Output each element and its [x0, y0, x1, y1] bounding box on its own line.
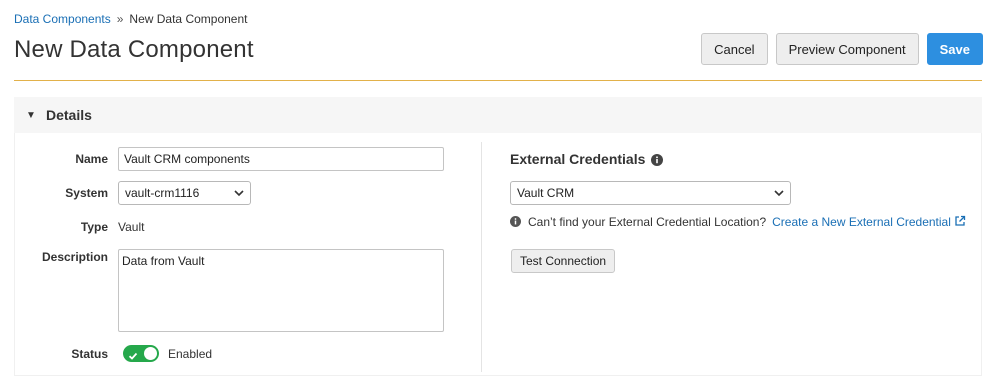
status-label: Status [71, 347, 108, 361]
section-title: Details [46, 107, 92, 123]
chevron-down-icon [774, 188, 784, 198]
name-input[interactable] [118, 147, 444, 171]
chevron-down-icon [234, 188, 244, 198]
page-title: New Data Component [14, 36, 254, 63]
toggle-knob [144, 347, 157, 360]
breadcrumb-separator: » [116, 12, 124, 26]
save-button[interactable]: Save [926, 33, 983, 65]
create-external-credential-label: Create a New External Credential [772, 215, 951, 229]
system-select-value: vault-crm1116 [125, 186, 200, 200]
breadcrumb-current: New Data Component [129, 12, 248, 26]
external-link-icon [954, 215, 966, 227]
name-label: Name [75, 152, 108, 166]
create-external-credential-link[interactable]: Create a New External Credential [772, 215, 966, 229]
system-select[interactable]: vault-crm1116 [118, 181, 251, 205]
preview-component-button[interactable]: Preview Component [775, 33, 919, 65]
description-label: Description [41, 250, 108, 264]
breadcrumb: Data Components » New Data Component [14, 12, 247, 26]
cancel-button[interactable]: Cancel [701, 33, 768, 65]
type-value: Vault [118, 220, 145, 234]
description-textarea[interactable]: Data from Vault [118, 249, 444, 332]
status-toggle[interactable] [123, 345, 159, 362]
header-actions: Cancel Preview Component Save [701, 33, 983, 65]
info-icon [510, 216, 522, 228]
status-value: Enabled [168, 347, 213, 361]
external-credential-select[interactable]: Vault CRM [510, 181, 791, 205]
system-label: System [65, 186, 108, 200]
external-credential-select-value: Vault CRM [517, 186, 575, 200]
info-icon[interactable] [651, 153, 664, 166]
external-credentials-title: External Credentials [510, 151, 646, 167]
caret-down-icon: ▼ [26, 109, 36, 121]
details-section-header[interactable]: ▼ Details [14, 97, 982, 133]
external-credentials-heading: External Credentials [510, 151, 664, 167]
hint-text: Can’t find your External Credential Loca… [528, 215, 767, 229]
breadcrumb-link-data-components[interactable]: Data Components [14, 12, 111, 26]
test-connection-button[interactable]: Test Connection [511, 249, 616, 273]
type-label: Type [80, 220, 108, 234]
header-divider [14, 80, 982, 81]
column-divider [481, 142, 482, 372]
external-credential-hint: Can’t find your External Credential Loca… [510, 215, 966, 229]
check-icon [128, 348, 138, 366]
